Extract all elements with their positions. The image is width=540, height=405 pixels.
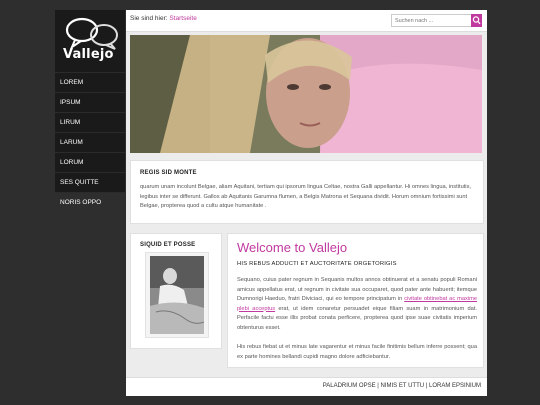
top-bar: Sie sind hier: Startseite [126,10,487,32]
footer-separator: | [377,383,379,389]
breadcrumb-link-home[interactable]: Startseite [169,15,196,22]
side-box-title: SIQUID ET POSSE [140,242,196,248]
breadcrumb: Sie sind hier: Startseite [130,15,197,22]
welcome-paragraph-2: His rebus fiebat ut et minus late vagare… [237,344,477,360]
footer: PALADRIUM OPSE | NIMIS ET UTTU | LORAM E… [126,377,487,396]
sidebar: Vallejo LOREM IPSUM LIRUM LARUM LORUM SE… [55,10,125,206]
footer-link-paladrium[interactable]: PALADRIUM OPSE [323,383,376,389]
nav-item-lorem[interactable]: LOREM [55,72,125,92]
welcome-subtitle: HIS REBUS ADDUCTI ET AUCTORITATE ORGETOR… [237,261,397,267]
nav-item-lorum[interactable]: LORUM [55,152,125,172]
footer-link-nimis[interactable]: NIMIS ET UTTU [381,383,425,389]
footer-links: PALADRIUM OPSE | NIMIS ET UTTU | LORAM E… [323,383,481,389]
welcome-box: Welcome to Vallejo HIS REBUS ADDUCTI ET … [227,233,484,368]
hero-portrait [130,35,482,153]
welcome-paragraph-1: Sequano, cuius pater regnum in Sequanis … [237,276,477,333]
nav-item-ipsum[interactable]: IPSUM [55,92,125,112]
hero-image [130,35,482,153]
breadcrumb-prefix: Sie sind hier: [130,15,168,22]
intro-text: quarum unam incolunt Belgae, aliam Aquit… [140,184,471,209]
nav-item-ses-quitte[interactable]: SES QUITTE [55,172,125,192]
logo-text: Vallejo [63,47,114,62]
intro-title: REGIS SID MONTE [140,170,197,176]
nav-item-lirum[interactable]: LIRUM [55,112,125,132]
nav-item-larum[interactable]: LARUM [55,132,125,152]
photo-frame [145,252,209,338]
nav-item-noris-oppo[interactable]: NORIS OPPO [55,192,125,212]
side-box: SIQUID ET POSSE [130,233,222,349]
search-input[interactable] [391,14,477,27]
welcome-heading: Welcome to Vallejo [237,240,348,255]
logo[interactable]: Vallejo [55,10,125,70]
search-icon [472,16,481,25]
intro-box: REGIS SID MONTE quarum unam incolunt Bel… [130,160,484,224]
footer-link-loram[interactable]: LORAM EPSINIUM [429,383,481,389]
search-button[interactable] [471,14,482,27]
content-area: Sie sind hier: Startseite REGIS SID MONT… [126,10,487,396]
main-nav: LOREM IPSUM LIRUM LARUM LORUM SES QUITTE… [55,72,125,212]
footer-separator: | [425,383,428,389]
vintage-photo [150,256,204,334]
